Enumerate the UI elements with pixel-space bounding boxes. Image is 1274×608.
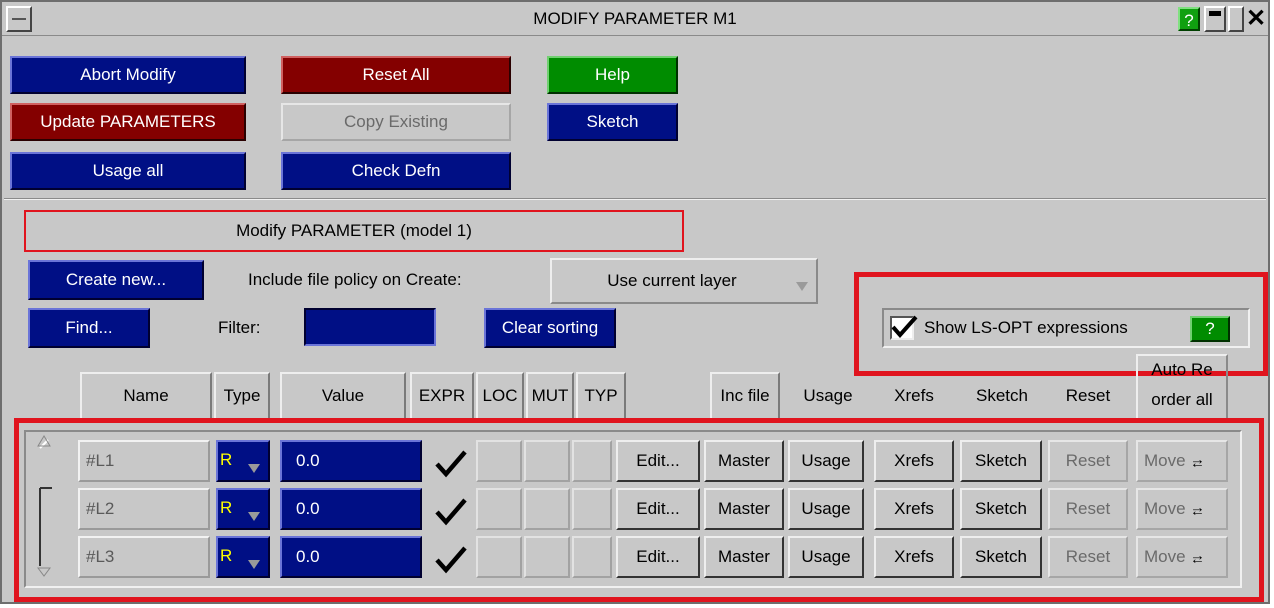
header-type[interactable]: Type (214, 372, 270, 420)
window-close-icon[interactable]: ✕ (1246, 6, 1266, 32)
window-title: MODIFY PARAMETER M1 (533, 9, 737, 28)
header-usage: Usage (803, 386, 853, 405)
header-sketch: Sketch (976, 386, 1028, 405)
panel-heading: Modify PARAMETER (model 1) (24, 210, 684, 252)
clear-sorting-button[interactable]: Clear sorting (484, 308, 616, 348)
header-reset: Reset (1065, 386, 1111, 405)
auto-reorder-line2: order all (1151, 390, 1213, 409)
copy-existing-button[interactable]: Copy Existing (281, 103, 511, 141)
help-button[interactable]: Help (547, 56, 678, 94)
update-parameters-button[interactable]: Update PARAMETERS (10, 103, 246, 141)
header-loc[interactable]: LOC (476, 372, 524, 420)
include-policy-label: Include file policy on Create: (248, 270, 462, 289)
header-typ[interactable]: TYP (576, 372, 626, 420)
create-new-button[interactable]: Create new... (28, 260, 204, 300)
header-inc-file[interactable]: Inc file (710, 372, 780, 420)
header-mut[interactable]: MUT (526, 372, 574, 420)
reset-all-button[interactable]: Reset All (281, 56, 511, 94)
separator (4, 198, 1266, 200)
table-highlight-frame (14, 418, 1264, 602)
filter-label: Filter: (218, 318, 261, 337)
window-help-icon[interactable]: ? (1178, 7, 1200, 31)
header-xrefs: Xrefs (894, 386, 934, 405)
header-name[interactable]: Name (80, 372, 212, 420)
window-restore-icon[interactable] (1228, 6, 1244, 32)
include-policy-select[interactable]: Use current layer (550, 258, 818, 304)
check-defn-button[interactable]: Check Defn (281, 152, 511, 190)
auto-reorder-line1: Auto Re (1151, 360, 1213, 379)
abort-modify-button[interactable]: Abort Modify (10, 56, 246, 94)
dropdown-arrow-icon (796, 282, 808, 291)
include-policy-value: Use current layer (607, 271, 737, 290)
find-button[interactable]: Find... (28, 308, 150, 348)
sketch-button[interactable]: Sketch (547, 103, 678, 141)
header-expr[interactable]: EXPR (410, 372, 474, 420)
auto-reorder-all-button[interactable]: Auto Re order all (1136, 354, 1228, 420)
filter-input[interactable] (304, 308, 436, 346)
usage-all-button[interactable]: Usage all (10, 152, 246, 190)
modify-parameter-window: MODIFY PARAMETER M1 ? ✕ Abort Modify Res… (0, 0, 1270, 604)
window-minimize-icon[interactable] (1204, 6, 1226, 32)
header-value[interactable]: Value (280, 372, 406, 420)
